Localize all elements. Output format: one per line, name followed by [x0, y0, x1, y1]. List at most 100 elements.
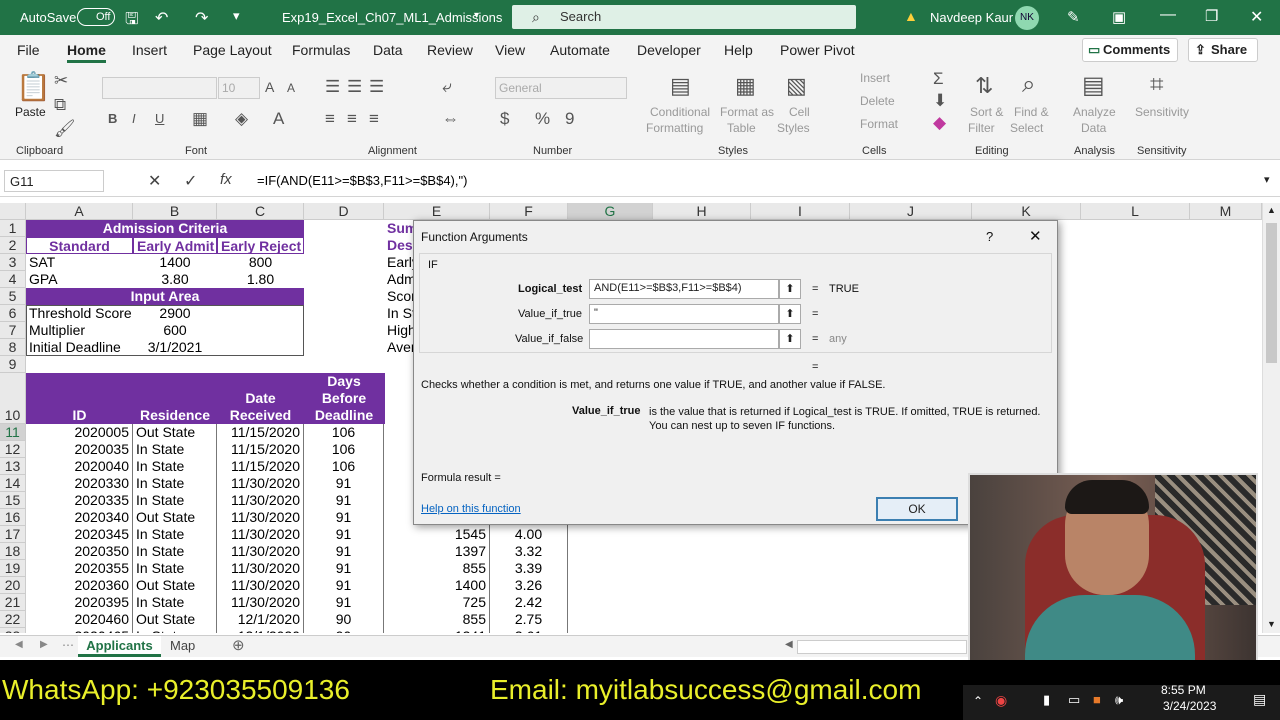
sheet-tab-map[interactable]: Map [170, 638, 195, 653]
table-cell[interactable]: 2020035 [26, 441, 133, 458]
notification-icon[interactable]: ▤ [1253, 691, 1266, 708]
collapse-dialog-icon[interactable]: ⬆ [779, 279, 801, 299]
admission-criteria-title[interactable]: Admission Criteria [26, 220, 304, 237]
enter-entry-icon[interactable]: ✓ [184, 171, 197, 191]
analyze-data-icon[interactable]: ▤ [1082, 71, 1105, 100]
dialog-close-icon[interactable]: ✕ [1029, 227, 1042, 245]
table-cell[interactable]: 855 [384, 611, 490, 628]
early-reject-header[interactable]: Early Reject [217, 237, 304, 254]
table-cell[interactable]: 11/15/2020 [217, 424, 304, 441]
table-cell[interactable]: Out State [133, 611, 217, 628]
row-header[interactable]: 15 [0, 492, 26, 509]
autosum-icon[interactable]: Σ [933, 69, 944, 89]
table-cell[interactable]: 91 [304, 475, 384, 492]
table-cell[interactable]: 2020330 [26, 475, 133, 492]
table-cell[interactable]: In State [133, 594, 217, 611]
logical-test-input[interactable]: AND(E11>=$B$3,F11>=$B$4) [589, 279, 779, 299]
table-cell[interactable]: 11/30/2020 [217, 543, 304, 560]
row-header[interactable]: 5 [0, 288, 26, 305]
row-header[interactable]: 22 [0, 611, 26, 628]
row-header[interactable]: 20 [0, 577, 26, 594]
value-if-true-input[interactable]: " [589, 304, 779, 324]
align-right-icon[interactable]: ≡ [369, 109, 379, 129]
font-color-icon[interactable]: A [273, 109, 284, 129]
align-left-icon[interactable]: ≡ [325, 109, 335, 129]
table-cell[interactable]: 4.00 [490, 526, 568, 543]
tab-data[interactable]: Data [373, 42, 403, 58]
align-middle-icon[interactable]: ☰ [347, 77, 362, 97]
table-cell[interactable]: 11/30/2020 [217, 577, 304, 594]
table-cell[interactable]: 12/1/2020 [217, 628, 304, 633]
sensitivity-icon[interactable]: ⌗ [1150, 71, 1164, 99]
table-cell[interactable]: In State [133, 492, 217, 509]
cell-styles-icon[interactable]: ▧ [786, 73, 807, 99]
number-format-select[interactable]: General [495, 77, 627, 99]
table-cell[interactable]: 12/1/2020 [217, 611, 304, 628]
quick-access-menu-icon[interactable]: ▾ [233, 8, 240, 24]
table-cell[interactable]: 2.42 [490, 594, 568, 611]
scroll-up-icon[interactable]: ▲ [1267, 205, 1276, 215]
collapse-dialog-icon[interactable]: ⬆ [779, 304, 801, 324]
clock-date[interactable]: 3/24/2023 [1163, 699, 1216, 713]
value-if-false-input[interactable] [589, 329, 779, 349]
network-icon[interactable]: ▭ [1068, 692, 1080, 708]
table-cell[interactable]: 2020005 [26, 424, 133, 441]
table-cell[interactable]: 11/30/2020 [217, 526, 304, 543]
horizontal-scrollbar[interactable] [797, 640, 967, 654]
format-as-table-button[interactable]: Format as [720, 105, 774, 119]
table-cell[interactable]: In State [133, 475, 217, 492]
h-scroll-left-icon[interactable]: ◀ [785, 639, 793, 650]
gpa-early-admit[interactable]: 3.80 [133, 271, 217, 288]
row-header[interactable]: 17 [0, 526, 26, 543]
sat-early-reject[interactable]: 800 [217, 254, 304, 271]
table-cell[interactable]: 2020340 [26, 509, 133, 526]
ribbon-display-icon[interactable]: ▣ [1112, 8, 1126, 26]
row-header[interactable]: 10 [0, 373, 26, 424]
comments-button[interactable]: ▭ Comments [1082, 38, 1178, 62]
volume-icon[interactable]: 🕪 [1115, 692, 1123, 708]
early-admit-header[interactable]: Early Admit [133, 237, 217, 254]
tab-developer[interactable]: Developer [637, 42, 701, 58]
search-input[interactable]: ⌕ Search [512, 5, 856, 29]
column-header[interactable]: G [568, 203, 653, 220]
prev-sheet-icon[interactable]: ◀ [15, 639, 23, 650]
table-cell[interactable]: 90 [304, 628, 384, 633]
row-header[interactable]: 21 [0, 594, 26, 611]
next-sheet-icon[interactable]: ▶ [40, 639, 48, 650]
table-cell[interactable]: 11/15/2020 [217, 458, 304, 475]
conditional-formatting-icon[interactable]: ▤ [670, 73, 691, 99]
table-cell[interactable]: 11/15/2020 [217, 441, 304, 458]
autosave-toggle[interactable]: Off [77, 8, 115, 26]
row-header[interactable]: 11 [0, 424, 26, 441]
summary-label[interactable]: Adm [384, 271, 414, 288]
gpa-label[interactable]: GPA [26, 271, 133, 288]
table-cell[interactable]: 11/30/2020 [217, 560, 304, 577]
sat-early-admit[interactable]: 1400 [133, 254, 217, 271]
record-icon[interactable]: ◉ [995, 692, 1007, 709]
restore-icon[interactable]: ❐ [1205, 7, 1218, 25]
help-icon[interactable]: ? [986, 229, 993, 244]
paste-button[interactable]: Paste [15, 105, 46, 119]
table-cell[interactable]: 11/30/2020 [217, 475, 304, 492]
column-header[interactable]: H [653, 203, 751, 220]
formula-input[interactable]: =IF(AND(E11>=$B$3,F11>=$B$4),") [252, 170, 1262, 192]
table-cell[interactable]: 855 [384, 560, 490, 577]
expand-formula-icon[interactable]: ▾ [1264, 173, 1270, 186]
comma-icon[interactable]: 9 [565, 109, 574, 129]
days-header-line1[interactable]: Days [304, 373, 384, 390]
table-cell[interactable]: 91 [304, 543, 384, 560]
align-top-icon[interactable]: ☰ [325, 77, 340, 97]
table-cell[interactable]: 2020360 [26, 577, 133, 594]
add-sheet-icon[interactable]: ⊕ [232, 636, 245, 654]
summary-label[interactable]: High [384, 322, 414, 339]
percent-icon[interactable]: % [535, 109, 550, 129]
column-header[interactable]: K [972, 203, 1081, 220]
table-cell[interactable]: 3.61 [490, 628, 568, 633]
residence-header[interactable]: Residence [133, 407, 217, 424]
decrease-font-icon[interactable]: A [287, 81, 295, 95]
cancel-entry-icon[interactable]: ✕ [148, 171, 161, 191]
insert-function-icon[interactable]: fx [220, 171, 232, 188]
table-cell[interactable]: 2020040 [26, 458, 133, 475]
help-link[interactable]: Help on this function [421, 503, 521, 515]
deadline-label[interactable]: Initial Deadline [26, 339, 133, 356]
